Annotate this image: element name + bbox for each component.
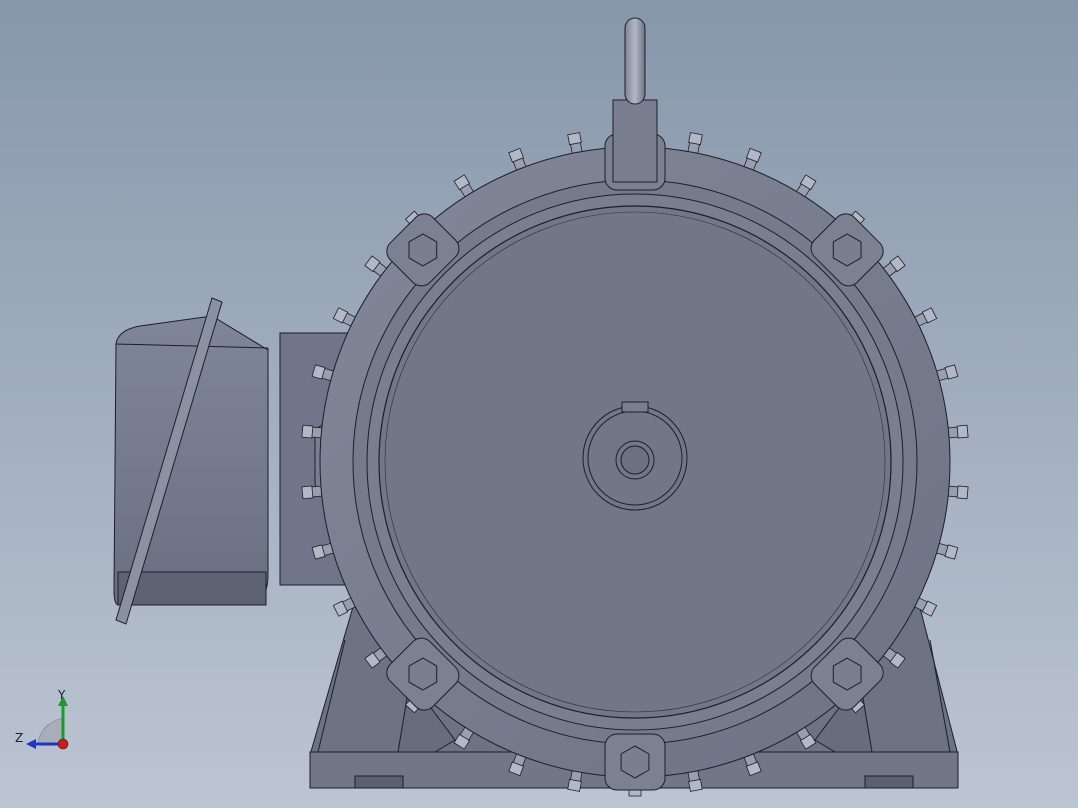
graphics-viewport[interactable]: Y Z	[0, 0, 1078, 808]
y-axis-label: Y	[58, 688, 66, 702]
z-axis-label: Z	[15, 731, 24, 745]
bolt-lug[interactable]	[604, 733, 666, 791]
motor-model[interactable]	[0, 0, 1078, 808]
lifting-eye[interactable]	[612, 17, 658, 183]
triad-graphic	[26, 696, 69, 750]
axis-triad: Y Z	[10, 686, 80, 756]
